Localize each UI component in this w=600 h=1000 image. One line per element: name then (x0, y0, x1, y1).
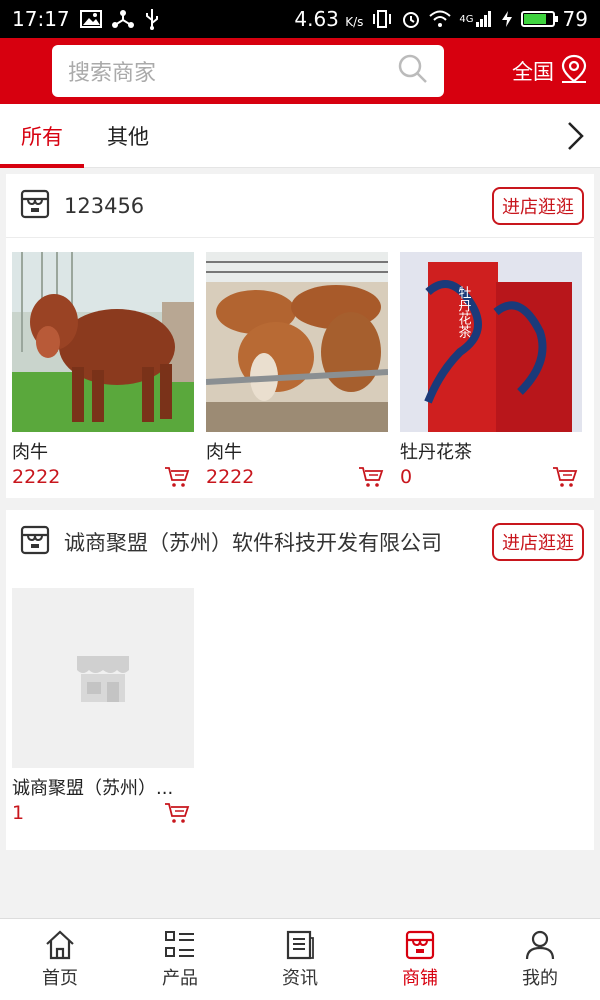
network-type: 4G (459, 13, 474, 25)
store-name: 诚商聚盟（苏州）软件科技开发有限公司 (64, 531, 442, 555)
nav-shops-label: 商铺 (402, 967, 438, 989)
nav-news-label: 资讯 (282, 967, 318, 989)
product-card[interactable]: 肉牛 2222 (206, 252, 388, 488)
network-speed: 4.63 (294, 7, 339, 31)
home-icon (46, 930, 74, 959)
list-icon (165, 930, 194, 957)
nav-products-label: 产品 (162, 967, 198, 989)
news-icon (286, 930, 314, 959)
tab-other-label: 其他 (107, 124, 149, 149)
store-header: 诚商聚盟（苏州）软件科技开发有限公司 进店逛逛 (6, 510, 594, 574)
tab-other[interactable]: 其他 (84, 104, 172, 168)
store-icon (20, 525, 50, 559)
vibrate-icon (371, 9, 393, 29)
search-input[interactable]: 搜索商家 (52, 45, 444, 97)
image-icon (79, 10, 102, 28)
store-icon (405, 930, 435, 959)
usb-icon (144, 8, 160, 30)
battery-level: 79 (562, 7, 588, 31)
tea-box-title: 牡丹花茶 (456, 286, 472, 338)
nav-news[interactable]: 资讯 (240, 919, 360, 1000)
nav-me[interactable]: 我的 (480, 919, 600, 1000)
cart-icon[interactable] (164, 802, 190, 824)
bottom-nav: 首页 产品 资讯 商铺 我的 (0, 918, 600, 1000)
cart-icon[interactable] (164, 466, 190, 488)
store-card: 诚商聚盟（苏州）软件科技开发有限公司 进店逛逛 诚商聚盟（苏州）... 1 (6, 510, 594, 850)
share-icon (111, 9, 134, 29)
visit-store-button[interactable]: 进店逛逛 (492, 186, 584, 225)
store-name: 123456 (64, 193, 145, 218)
nav-home-label: 首页 (42, 967, 78, 989)
product-price: 2222 (206, 466, 255, 488)
status-time: 17:17 (12, 7, 70, 31)
cart-icon[interactable] (358, 466, 384, 488)
product-card[interactable]: 肉牛 2222 (12, 252, 194, 488)
status-bar: 17:17 4.63 K/s 4G 79 (0, 0, 600, 38)
product-name: 肉牛 (206, 442, 242, 463)
nav-me-label: 我的 (522, 967, 558, 989)
location-pin-icon (560, 54, 588, 89)
header: 搜索商家 全国 (0, 38, 600, 104)
product-card[interactable]: 牡丹花茶 牡丹花茶 0 (400, 252, 582, 488)
product-name: 肉牛 (12, 442, 48, 463)
product-list: 肉牛 2222 肉牛 2222 牡丹花茶 牡丹花茶 0 (6, 238, 594, 498)
product-image[interactable] (206, 252, 388, 432)
visit-store-button[interactable]: 进店逛逛 (492, 523, 584, 561)
nav-home[interactable]: 首页 (0, 919, 120, 1000)
category-tabs: 所有 其他 (0, 104, 600, 168)
search-icon[interactable] (398, 54, 428, 88)
product-name: 诚商聚盟（苏州）... (12, 778, 174, 799)
search-placeholder: 搜索商家 (68, 61, 157, 86)
shop-placeholder-icon (77, 656, 129, 702)
product-image[interactable]: 牡丹花茶 (400, 252, 582, 432)
store-card: 123456 进店逛逛 肉牛 2222 肉牛 2222 牡丹花茶 牡丹花茶 0 (6, 174, 594, 498)
product-card[interactable]: 诚商聚盟（苏州）... 1 (12, 588, 194, 824)
alarm-icon (401, 9, 421, 29)
user-icon (525, 930, 555, 959)
product-price: 2222 (12, 466, 61, 488)
region-label: 全国 (512, 60, 554, 84)
battery-icon (520, 11, 558, 27)
cart-icon[interactable] (552, 466, 578, 488)
product-image-placeholder[interactable] (12, 588, 194, 768)
product-name: 牡丹花茶 (400, 442, 472, 463)
nav-shops[interactable]: 商铺 (360, 919, 480, 1000)
signal-icon: 4G (459, 10, 492, 28)
tab-all-label: 所有 (21, 124, 63, 149)
product-price: 0 (400, 466, 413, 488)
nav-products[interactable]: 产品 (120, 919, 240, 1000)
product-list: 诚商聚盟（苏州）... 1 (6, 574, 594, 850)
store-header: 123456 进店逛逛 (6, 174, 594, 238)
wifi-icon (429, 10, 452, 28)
network-speed-unit: K/s (345, 15, 364, 29)
chevron-right-icon[interactable] (550, 104, 600, 168)
store-icon (20, 189, 50, 223)
product-price: 1 (12, 802, 25, 824)
tab-all[interactable]: 所有 (0, 104, 84, 168)
charging-icon (501, 10, 513, 28)
product-image[interactable] (12, 252, 194, 432)
region-selector[interactable]: 全国 (512, 54, 588, 89)
